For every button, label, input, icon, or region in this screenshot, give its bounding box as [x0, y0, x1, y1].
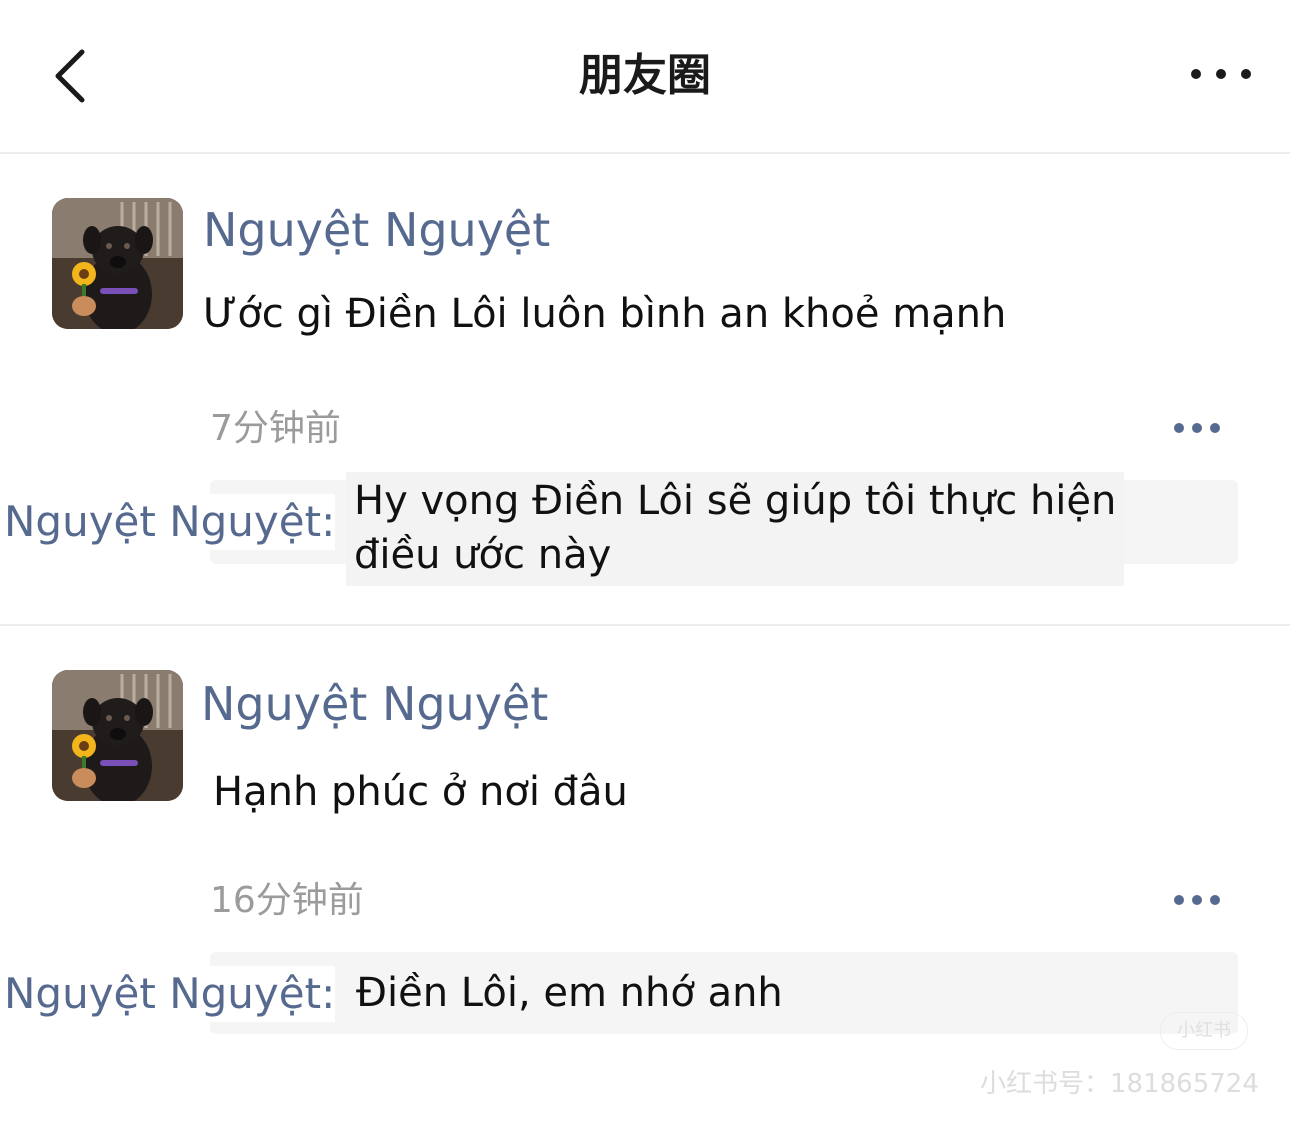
- comment-author[interactable]: Nguyệt Nguyệt:: [4, 966, 336, 1022]
- post-text: Hạnh phúc ở nơi đâu: [213, 769, 628, 815]
- more-options-button[interactable]: [1186, 56, 1256, 92]
- post-username[interactable]: Nguyệt Nguyệt: [201, 674, 548, 734]
- comment-text: Điền Lôi, em nhớ anh: [356, 970, 783, 1016]
- post-timestamp: 7分钟前: [210, 408, 341, 449]
- post-timestamp: 16分钟前: [210, 880, 364, 921]
- avatar[interactable]: [52, 198, 183, 329]
- post-action-button[interactable]: [1172, 890, 1222, 910]
- dog-with-sunflower-avatar-image: [52, 198, 183, 329]
- more-horizontal-icon: [1191, 69, 1251, 79]
- post-action-button[interactable]: [1172, 418, 1222, 438]
- more-horizontal-icon: [1174, 423, 1220, 433]
- moment-post: Nguyệt Nguyệt Hạnh phúc ở nơi đâu 16分钟前 …: [0, 626, 1290, 1130]
- avatar[interactable]: [52, 670, 183, 801]
- dog-with-sunflower-avatar-image: [52, 670, 183, 801]
- comment-author[interactable]: Nguyệt Nguyệt:: [4, 494, 336, 550]
- moment-post: Nguyệt Nguyệt Ước gì Điền Lôi luôn bình …: [0, 154, 1290, 626]
- watermark-badge: 小红书: [1160, 1012, 1248, 1050]
- post-username[interactable]: Nguyệt Nguyệt: [203, 200, 550, 260]
- post-text: Ước gì Điền Lôi luôn bình an khoẻ mạnh: [203, 291, 1007, 337]
- comment-text: Hy vọng Điền Lôi sẽ giúp tôi thực hiện đ…: [346, 472, 1124, 586]
- more-horizontal-icon: [1174, 895, 1220, 905]
- watermark-id: 小红书号：181865724: [980, 1069, 1259, 1099]
- page-title: 朋友圈: [579, 50, 711, 101]
- top-nav-bar: 朋友圈: [0, 0, 1290, 154]
